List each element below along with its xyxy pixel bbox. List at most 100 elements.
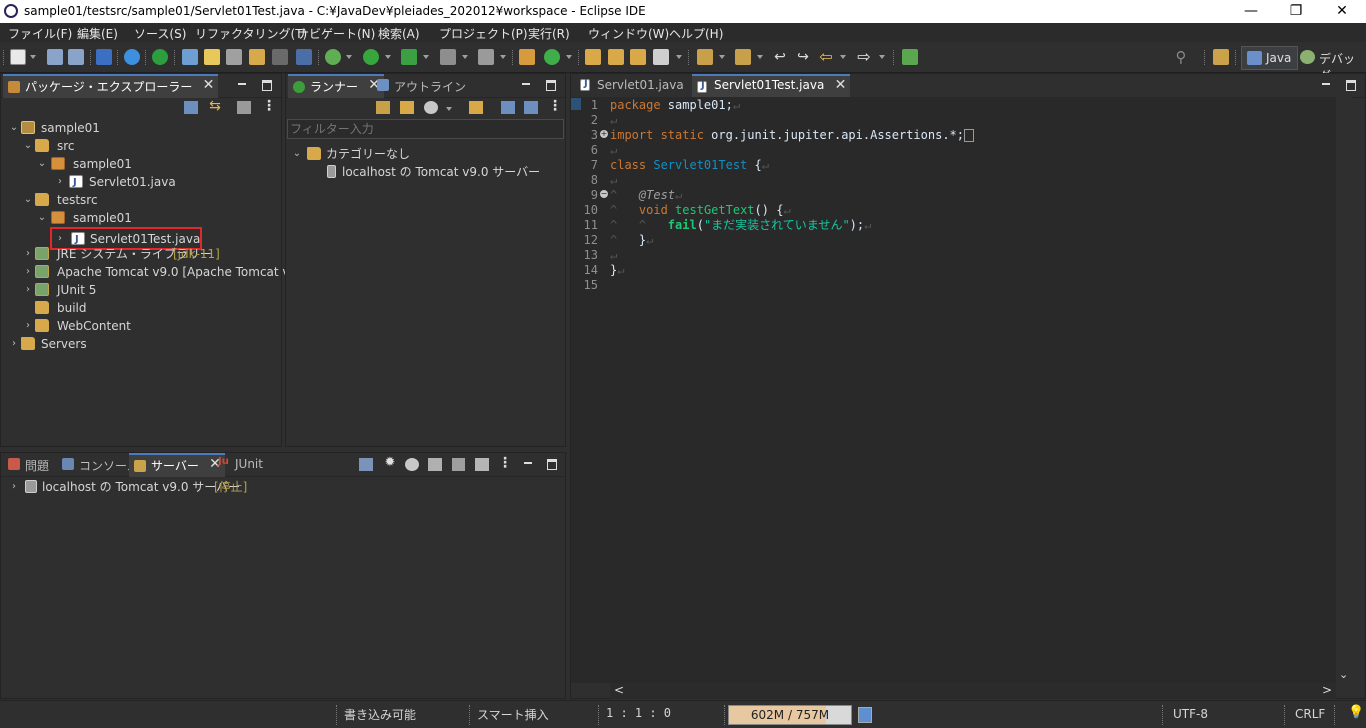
expand-fold-icon[interactable]: +	[600, 130, 608, 138]
link-with-editor-icon[interactable]: ⇆	[207, 99, 223, 113]
debug-icon[interactable]	[325, 49, 341, 65]
horizontal-scrollbar[interactable]: < >	[610, 683, 1336, 699]
expanded-chevron-icon[interactable]: ⌄	[23, 195, 33, 205]
minimize-button[interactable]: —	[1228, 0, 1274, 23]
back-arrow-icon[interactable]: ⇦	[818, 49, 834, 65]
menu-navigate[interactable]: ナビゲート(N)	[297, 25, 375, 42]
filter-icon[interactable]	[237, 101, 251, 114]
block-selection-icon[interactable]	[272, 49, 288, 65]
expanded-chevron-icon[interactable]: ⌄	[37, 159, 47, 169]
dropdown-arrow-icon[interactable]	[676, 55, 682, 59]
server-start-icon[interactable]	[152, 49, 168, 65]
collapsed-chevron-icon[interactable]: ›	[23, 249, 33, 259]
run-icon[interactable]	[363, 49, 379, 65]
code-editor[interactable]	[571, 97, 1336, 683]
tab-runner[interactable]: ランナー ✕	[288, 74, 385, 98]
minimize-view-icon[interactable]	[519, 74, 533, 92]
collapse-all-icon[interactable]	[501, 101, 515, 114]
collapsed-chevron-icon[interactable]: ›	[23, 285, 33, 295]
settings-gear-icon[interactable]	[124, 49, 140, 65]
tab-outline[interactable]: アウトライン	[372, 74, 472, 98]
open-task-icon[interactable]	[608, 49, 624, 65]
menu-edit[interactable]: 編集(E)	[77, 25, 118, 42]
tab-problems[interactable]: 問題	[3, 453, 55, 477]
minimize-view-icon[interactable]	[1319, 74, 1333, 92]
new-java-project-icon[interactable]	[519, 49, 535, 65]
tab-servlet01test-java[interactable]: Servlet01Test.java ✕	[692, 74, 851, 98]
view-menu-icon[interactable]: ⋮	[261, 99, 277, 113]
dropdown-arrow-icon[interactable]	[840, 55, 846, 59]
stop-icon[interactable]	[440, 49, 456, 65]
terminal-icon[interactable]	[96, 49, 112, 65]
new-runner-icon[interactable]	[376, 101, 390, 114]
pin-editor-icon[interactable]	[902, 49, 918, 65]
collapse-all-icon[interactable]	[184, 101, 198, 114]
coverage-icon[interactable]	[401, 49, 417, 65]
collapsed-chevron-icon[interactable]: ›	[55, 177, 65, 187]
debug-server-icon[interactable]: ✹	[382, 456, 398, 470]
vertical-scrollbar[interactable]: ⌄	[1336, 97, 1352, 683]
next-annotation-icon[interactable]	[697, 49, 713, 65]
insert-mode-status[interactable]: スマート挿入	[477, 706, 549, 723]
tab-servlet01-java[interactable]: Servlet01.java	[575, 74, 690, 98]
run-server-icon[interactable]	[424, 101, 438, 114]
dropdown-arrow-icon[interactable]	[30, 55, 36, 59]
collapse-fold-icon[interactable]: −	[600, 190, 608, 198]
minimize-view-icon[interactable]	[235, 74, 249, 92]
dropdown-arrow-icon[interactable]	[879, 55, 885, 59]
folded-code-box[interactable]	[964, 129, 975, 142]
expand-all-icon[interactable]	[524, 101, 538, 114]
new-file-icon[interactable]	[10, 49, 26, 65]
maximize-view-icon[interactable]	[259, 74, 273, 92]
line-delimiter-status[interactable]: CRLF	[1295, 707, 1325, 721]
save-icon[interactable]	[47, 49, 63, 65]
expanded-chevron-icon[interactable]: ⌄	[292, 149, 302, 159]
java-perspective-button[interactable]: Java	[1241, 46, 1299, 70]
dropdown-arrow-icon[interactable]	[566, 55, 572, 59]
open-folder-icon[interactable]	[400, 101, 414, 114]
menu-search[interactable]: 検索(A)	[378, 25, 420, 42]
view-menu-icon[interactable]: ⋮	[547, 99, 563, 113]
heap-status-bar[interactable]: 602M / 757M	[728, 705, 852, 725]
maximize-view-icon[interactable]	[1343, 74, 1357, 92]
add-folder-icon[interactable]	[469, 101, 483, 114]
close-icon[interactable]: ✕	[203, 77, 215, 93]
open-type-icon[interactable]	[182, 49, 198, 65]
restore-button[interactable]: ❐	[1273, 0, 1319, 23]
expanded-chevron-icon[interactable]: ⌄	[9, 123, 19, 133]
garbage-collect-icon[interactable]	[858, 707, 872, 723]
tip-lightbulb-icon[interactable]: 💡	[1348, 705, 1364, 720]
close-window-button[interactable]: ✕	[1319, 0, 1365, 23]
last-edit-icon[interactable]: ↩	[772, 49, 788, 65]
collapsed-chevron-icon[interactable]: ›	[23, 267, 33, 277]
dropdown-arrow-icon[interactable]	[462, 55, 468, 59]
encoding-status[interactable]: UTF-8	[1173, 707, 1208, 721]
forward-arrow-icon[interactable]: ⇨	[856, 49, 872, 65]
show-whitespace-icon[interactable]	[296, 49, 312, 65]
start-server-icon[interactable]	[405, 458, 419, 471]
tab-package-explorer[interactable]: パッケージ・エクスプローラー ✕	[3, 74, 219, 98]
expanded-chevron-icon[interactable]: ⌄	[23, 141, 33, 151]
tab-junit[interactable]: Ju JUnit	[213, 453, 269, 477]
filter-input[interactable]	[287, 119, 564, 139]
dropdown-arrow-icon[interactable]	[346, 55, 352, 59]
previous-annotation-icon[interactable]	[735, 49, 751, 65]
dropdown-arrow-icon[interactable]	[446, 107, 452, 111]
menu-window[interactable]: ウィンドウ(W)	[588, 25, 669, 42]
dropdown-arrow-icon[interactable]	[385, 55, 391, 59]
edit-pencil-icon[interactable]	[653, 49, 669, 65]
maximize-view-icon[interactable]	[543, 74, 557, 92]
scroll-left-icon[interactable]: <	[614, 683, 624, 697]
scroll-right-icon[interactable]: >	[1322, 683, 1332, 697]
menu-project[interactable]: プロジェクト(P)	[439, 25, 528, 42]
open-perspective-icon[interactable]	[1213, 49, 1229, 65]
menu-help[interactable]: ヘルプ(H)	[669, 25, 723, 42]
toggle-mark-icon[interactable]	[226, 49, 242, 65]
dropdown-arrow-icon[interactable]	[500, 55, 506, 59]
close-icon[interactable]: ✕	[835, 77, 847, 93]
minimize-view-icon[interactable]	[521, 453, 535, 471]
dropdown-arrow-icon[interactable]	[757, 55, 763, 59]
external-tools-icon[interactable]	[478, 49, 494, 65]
dropdown-arrow-icon[interactable]	[423, 55, 429, 59]
scroll-down-icon[interactable]: ⌄	[1339, 668, 1348, 681]
